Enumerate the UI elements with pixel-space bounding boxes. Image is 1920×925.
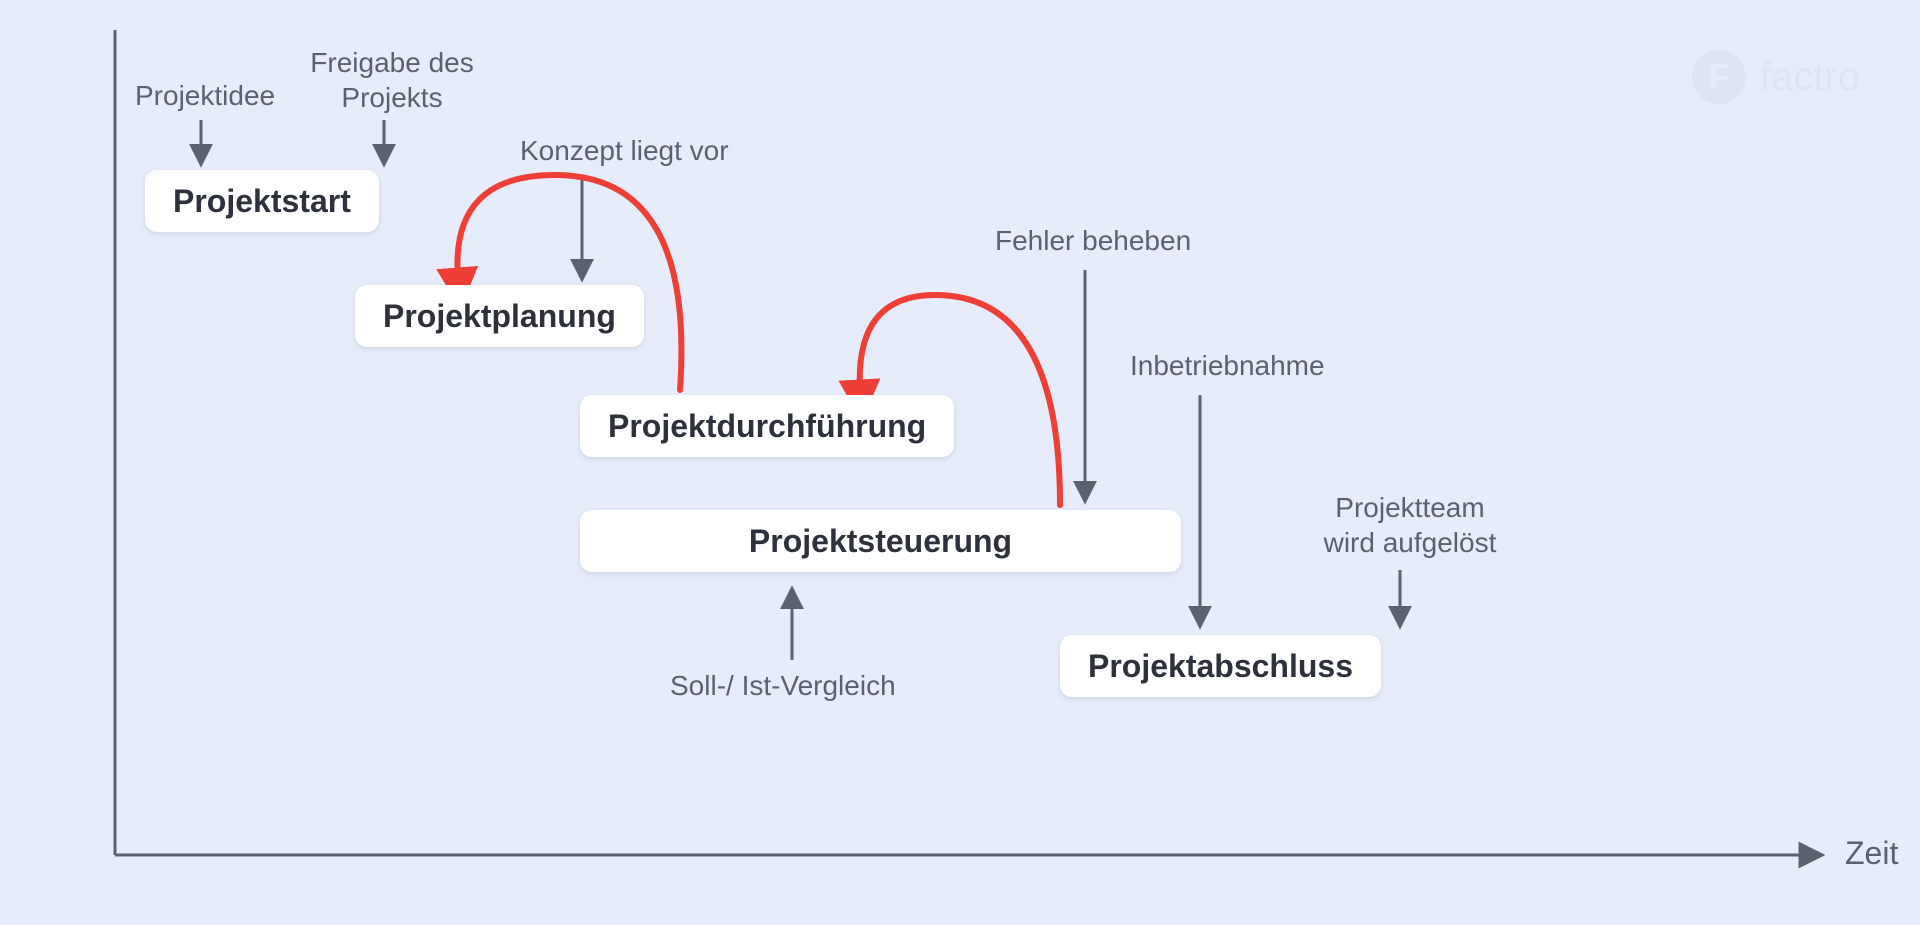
annot-projektteam-line2: wird aufgelöst [1324,527,1497,558]
phase-projektdurchfuehrung: Projektdurchführung [580,395,954,457]
phase-label: Projektsteuerung [749,523,1012,560]
phase-projektsteuerung: Projektsteuerung [580,510,1181,572]
brand-logo-icon: F [1692,50,1746,104]
phase-projektplanung: Projektplanung [355,285,644,347]
annot-freigabe: Freigabe des Projekts [307,45,477,115]
annot-fehler: Fehler beheben [995,225,1191,257]
phase-projektstart: Projektstart [145,170,379,232]
annot-projektteam-line1: Projektteam [1335,492,1484,523]
diagram-canvas: F factro Projektstart Projektplanung Pro… [0,0,1920,925]
annot-projektidee: Projektidee [135,80,275,112]
phase-label: Projektplanung [383,298,616,335]
annot-konzept: Konzept liegt vor [520,135,729,167]
brand-logo-letter: F [1708,56,1730,98]
phase-label: Projektabschluss [1088,648,1353,685]
axes-and-arrows [0,0,1920,925]
phase-label: Projektstart [173,183,351,220]
annot-freigabe-line2: Projekts [341,82,442,113]
feedback-arc-planung [457,175,681,390]
brand-logo-text: factro [1760,55,1860,100]
annot-sollist: Soll-/ Ist-Vergleich [670,670,896,702]
annot-inbetriebnahme: Inbetriebnahme [1130,350,1325,382]
phase-label: Projektdurchführung [608,408,926,445]
annot-projektteam: Projektteam wird aufgelöst [1310,490,1510,560]
annot-freigabe-line1: Freigabe des [310,47,473,78]
brand-logo: F factro [1692,50,1860,104]
phase-projektabschluss: Projektabschluss [1060,635,1381,697]
x-axis-label: Zeit [1845,835,1898,872]
